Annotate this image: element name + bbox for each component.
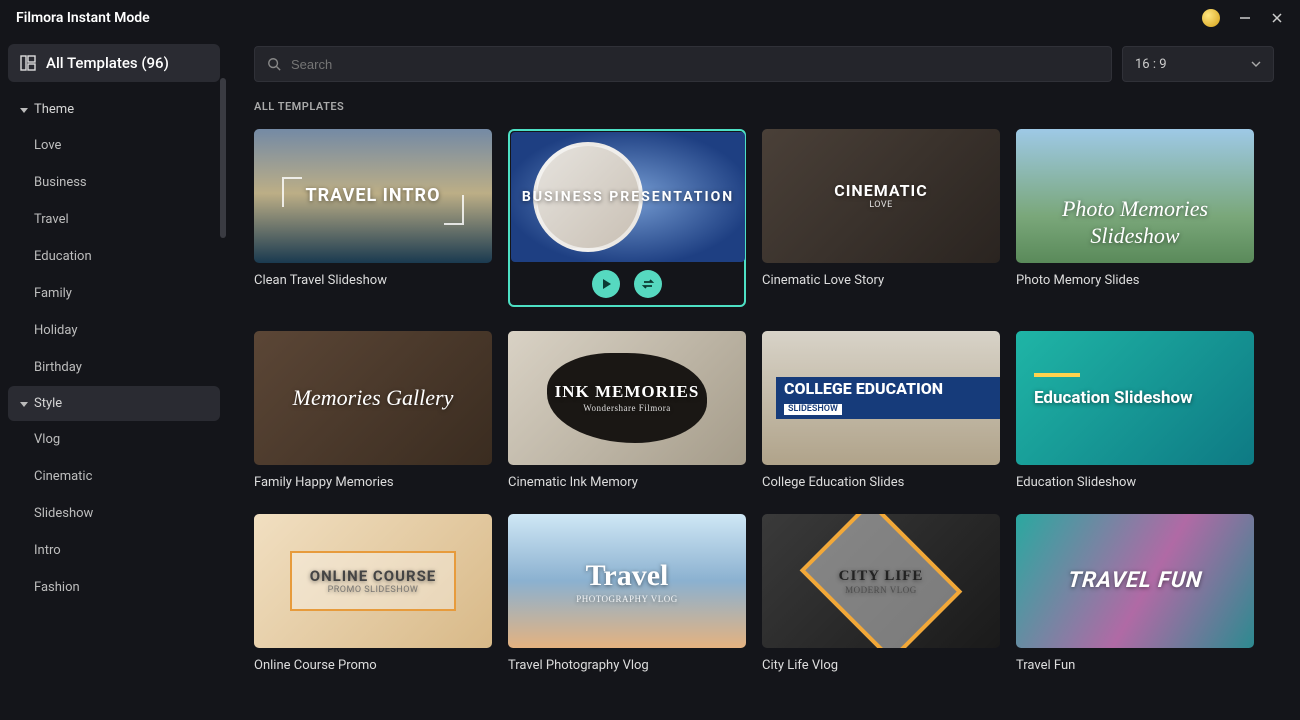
style-label: Style: [34, 396, 62, 411]
template-label: Travel Fun: [1016, 658, 1254, 673]
template-card[interactable]: Travel PHOTOGRAPHY VLOG Travel Photograp…: [508, 514, 746, 673]
grid-icon: [20, 55, 36, 71]
sidebar-item-intro[interactable]: Intro: [8, 532, 220, 569]
aspect-ratio-select[interactable]: 16 : 9: [1122, 46, 1274, 82]
template-label: Family Happy Memories: [254, 475, 492, 490]
template-thumb: TRAVEL INTRO: [254, 129, 492, 263]
template-thumb: BUSINESS PRESENTATION: [511, 132, 745, 262]
sidebar-item-education[interactable]: Education: [8, 238, 220, 275]
thumb-overlay: ONLINE COURSE PROMO SLIDESHOW: [290, 551, 457, 612]
template-card[interactable]: Education Slideshow Education Slideshow: [1016, 331, 1254, 490]
play-button[interactable]: [592, 270, 620, 298]
template-card[interactable]: INK MEMORIES Wondershare Filmora Cinemat…: [508, 331, 746, 490]
search-icon: [267, 57, 281, 71]
swap-button[interactable]: [634, 270, 662, 298]
titlebar: Filmora Instant Mode: [0, 0, 1300, 36]
template-card[interactable]: CITY LIFE MODERN VLOG City Life Vlog: [762, 514, 1000, 673]
template-thumb: COLLEGE EDUCATION SLIDESHOW: [762, 331, 1000, 465]
template-label: College Education Slides: [762, 475, 1000, 490]
section-title: ALL TEMPLATES: [254, 100, 1274, 113]
sidebar-item-vlog[interactable]: Vlog: [8, 421, 220, 458]
all-templates-button[interactable]: All Templates (96): [8, 44, 220, 82]
search-input[interactable]: [291, 57, 1099, 72]
sidebar-item-love[interactable]: Love: [8, 127, 220, 164]
sidebar-item-birthday[interactable]: Birthday: [8, 349, 220, 386]
all-templates-label: All Templates (96): [46, 54, 169, 72]
thumb-overlay: Memories Gallery: [293, 385, 454, 411]
template-label: Cinematic Love Story: [762, 273, 1000, 288]
sidebar-item-cinematic[interactable]: Cinematic: [8, 458, 220, 495]
theme-label: Theme: [34, 102, 74, 117]
template-label: Clean Travel Slideshow: [254, 273, 492, 288]
thumb-overlay: TRAVEL FUN: [1067, 568, 1204, 594]
template-card[interactable]: Photo Memories Slideshow Photo Memory Sl…: [1016, 129, 1254, 307]
template-thumb: Photo Memories Slideshow: [1016, 129, 1254, 263]
template-thumb: TRAVEL FUN: [1016, 514, 1254, 648]
search-input-wrap[interactable]: [254, 46, 1112, 82]
template-label: Photo Memory Slides: [1016, 273, 1254, 288]
template-thumb: Education Slideshow: [1016, 331, 1254, 465]
close-button[interactable]: [1270, 11, 1284, 25]
template-label: City Life Vlog: [762, 658, 1000, 673]
sidebar-item-holiday[interactable]: Holiday: [8, 312, 220, 349]
thumb-overlay: COLLEGE EDUCATION SLIDESHOW: [776, 377, 1000, 419]
template-label: Education Slideshow: [1016, 475, 1254, 490]
thumb-overlay: BUSINESS PRESENTATION: [522, 189, 734, 206]
template-card[interactable]: Memories Gallery Family Happy Memories: [254, 331, 492, 490]
template-thumb: CITY LIFE MODERN VLOG: [762, 514, 1000, 648]
template-thumb: INK MEMORIES Wondershare Filmora: [508, 331, 746, 465]
template-grid: TRAVEL INTRO Clean Travel Slideshow BUSI…: [254, 129, 1274, 673]
template-card[interactable]: COLLEGE EDUCATION SLIDESHOW College Educ…: [762, 331, 1000, 490]
brand-badge-icon[interactable]: [1202, 9, 1220, 27]
aspect-ratio-value: 16 : 9: [1135, 57, 1167, 72]
template-card[interactable]: CINEMATIC LOVE Cinematic Love Story: [762, 129, 1000, 307]
template-label: Travel Photography Vlog: [508, 658, 746, 673]
style-header[interactable]: Style: [8, 386, 220, 421]
thumb-overlay: TRAVEL INTRO: [306, 185, 441, 207]
chevron-down-icon: [20, 106, 28, 114]
sidebar-item-family[interactable]: Family: [8, 275, 220, 312]
template-card[interactable]: ONLINE COURSE PROMO SLIDESHOW Online Cou…: [254, 514, 492, 673]
theme-header[interactable]: Theme: [8, 92, 220, 127]
template-card[interactable]: TRAVEL INTRO Clean Travel Slideshow: [254, 129, 492, 307]
sidebar-item-slideshow[interactable]: Slideshow: [8, 495, 220, 532]
chevron-down-icon: [1251, 59, 1261, 69]
main-panel: 16 : 9 ALL TEMPLATES TRAVEL INTRO Clean …: [228, 36, 1300, 720]
sidebar-item-business[interactable]: Business: [8, 164, 220, 201]
thumb-overlay: Travel PHOTOGRAPHY VLOG: [576, 558, 678, 605]
thumb-overlay: Education Slideshow: [1034, 388, 1193, 408]
template-thumb: ONLINE COURSE PROMO SLIDESHOW: [254, 514, 492, 648]
thumb-overlay: INK MEMORIES Wondershare Filmora: [555, 382, 700, 413]
template-thumb: Travel PHOTOGRAPHY VLOG: [508, 514, 746, 648]
sidebar-item-travel[interactable]: Travel: [8, 201, 220, 238]
template-card-selected[interactable]: BUSINESS PRESENTATION: [508, 129, 746, 307]
template-thumb: Memories Gallery: [254, 331, 492, 465]
template-card[interactable]: TRAVEL FUN Travel Fun: [1016, 514, 1254, 673]
template-thumb: CINEMATIC LOVE: [762, 129, 1000, 263]
chevron-down-icon: [20, 400, 28, 408]
thumb-overlay: CINEMATIC LOVE: [834, 181, 927, 211]
thumb-overlay: CITY LIFE MODERN VLOG: [839, 567, 924, 596]
template-label: Cinematic Ink Memory: [508, 475, 746, 490]
thumb-overlay: Photo Memories Slideshow: [1016, 196, 1254, 249]
sidebar: All Templates (96) Theme Love Business T…: [0, 36, 228, 720]
template-label: Online Course Promo: [254, 658, 492, 673]
minimize-button[interactable]: [1238, 11, 1252, 25]
sidebar-item-fashion[interactable]: Fashion: [8, 569, 220, 606]
app-title: Filmora Instant Mode: [16, 10, 150, 26]
